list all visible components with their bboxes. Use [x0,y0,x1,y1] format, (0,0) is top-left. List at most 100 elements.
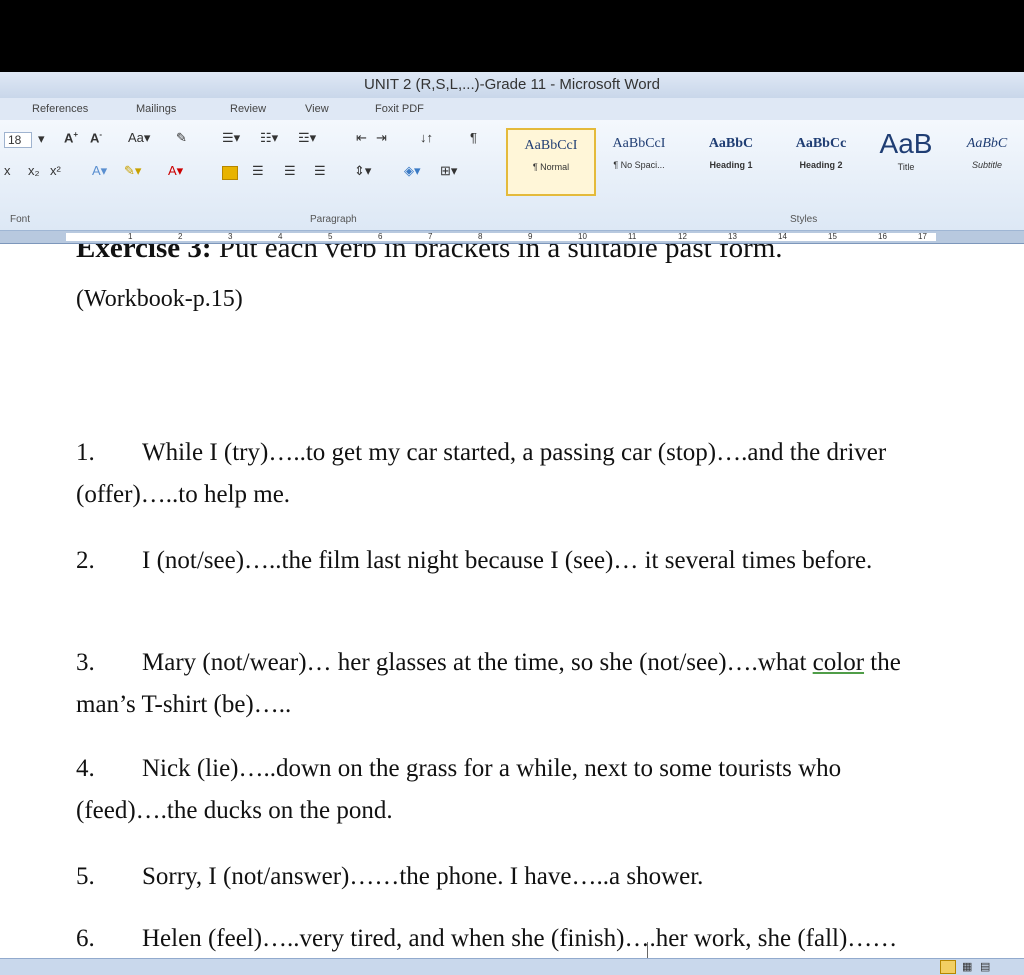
shrink-font-icon[interactable]: A- [90,130,102,145]
exercise-item-5: 5. Sorry, I (not/answer)……the phone. I ha… [76,856,936,898]
style-normal[interactable]: AaBbCcI ¶ Normal [506,128,596,196]
item-text: I (not/see)…..the film last night becaus… [142,547,873,574]
word-window: UNIT 2 (R,S,L,...)-Grade 11 - Microsoft … [0,72,1024,975]
grow-font-icon[interactable]: A+ [64,130,78,145]
font-color-icon[interactable]: A▾ [168,163,183,179]
subscript-icon[interactable]: x₂ [28,163,40,178]
style-heading-2[interactable]: AaBbCc Heading 2 [778,128,864,192]
ribbon: 18 ▾ A+ A- Aa▾ ✎ ☰▾ ☷▾ ☲▾ ⇤ ⇥ ↓↑ ¶ x x₂ … [0,120,1024,231]
show-formatting-marks-icon[interactable]: ¶ [470,130,477,145]
style-no-spacing[interactable]: AaBbCcI ¶ No Spaci... [596,128,682,192]
tab-foxit-pdf[interactable]: Foxit PDF [375,103,424,115]
ruler-number: 5 [328,232,333,241]
horizontal-ruler[interactable]: 1 2 3 4 5 6 7 8 9 10 11 12 13 14 15 16 1… [0,231,1024,244]
item-number: 6. [76,925,95,952]
paragraph-group-label: Paragraph [310,214,357,225]
align-center-icon[interactable]: ☰ [252,163,264,179]
ruler-number: 13 [728,232,737,241]
style-name: ¶ No Spaci... [613,160,665,170]
ribbon-tab-bar: References Mailings Review View Foxit PD… [0,98,1024,120]
ruler-number: 2 [178,232,183,241]
item-number: 2. [76,547,95,574]
tab-references[interactable]: References [32,103,88,115]
style-subtitle[interactable]: AaBbC Subtitle [950,128,1024,192]
multilevel-list-icon[interactable]: ☲▾ [298,130,316,146]
ruler-number: 4 [278,232,283,241]
item-text: While I (try)…..to get my car started, a… [76,439,887,508]
font-size-box[interactable]: 18 [4,132,33,148]
numbering-icon[interactable]: ☷▾ [260,130,278,146]
text-cursor-ibeam [647,942,648,958]
align-right-icon[interactable]: ☰ [284,163,296,179]
style-heading-1[interactable]: AaBbC Heading 1 [688,128,774,192]
ruler-number: 17 [918,232,927,241]
shading-icon[interactable]: ◈▾ [404,163,421,179]
item-text: Mary (not/wear)… her glasses at the time… [142,649,813,676]
ruler-number: 12 [678,232,687,241]
style-name: ¶ Normal [532,162,570,172]
style-name: Heading 2 [799,160,843,170]
workbook-reference: (Workbook-p.15) [76,286,243,312]
ruler-number: 7 [428,232,433,241]
text-effects-icon[interactable]: A▾ [92,163,107,179]
font-size-dropdown-icon[interactable]: ▾ [38,131,45,147]
web-layout-view-icon[interactable]: ▤ [980,960,990,973]
style-sample: AaBbC [966,136,1008,151]
style-name: Subtitle [971,160,1003,170]
strikethrough-icon[interactable]: x [4,163,11,178]
tab-view[interactable]: View [305,103,329,115]
exercise-item-1: 1. While I (try)…..to get my car started,… [76,432,936,516]
style-name: Heading 1 [709,160,753,170]
ruler-number: 8 [478,232,483,241]
spelling-flagged-word: color [812,649,865,676]
ruler-number: 1 [128,232,133,241]
print-layout-view-icon[interactable] [940,960,956,974]
item-number: 4. [76,755,95,782]
sort-icon[interactable]: ↓↑ [420,130,433,145]
exercise-heading: Exercise 3: Put each verb in brackets in… [76,244,783,265]
style-sample: AaBbCcI [524,138,578,153]
exercise-item-4: 4. Nick (lie)…..down on the grass for a w… [76,748,936,832]
line-spacing-icon[interactable]: ⇕▾ [354,163,371,179]
exercise-heading-label: Exercise 3: [76,244,212,264]
increase-indent-icon[interactable]: ⇥ [376,130,387,146]
style-sample: AaBbCcI [612,136,666,151]
style-name: Title [897,162,915,172]
ruler-number: 16 [878,232,887,241]
ruler-number: 6 [378,232,383,241]
full-screen-view-icon[interactable]: ▦ [962,960,972,973]
item-text: Nick (lie)…..down on the grass for a whi… [76,755,842,824]
item-text: Helen (feel)…..very tired, and when she … [142,925,898,952]
tab-mailings[interactable]: Mailings [136,103,176,115]
item-number: 1. [76,439,95,466]
styles-group-label: Styles [790,214,818,225]
ruler-number: 3 [228,232,233,241]
justify-icon[interactable]: ☰ [314,163,326,179]
clear-formatting-icon[interactable]: ✎ [176,130,187,146]
superscript-icon[interactable]: x² [50,163,61,178]
item-text: Sorry, I (not/answer)……the phone. I have… [142,863,704,890]
ruler-number: 15 [828,232,837,241]
borders-icon[interactable]: ⊞▾ [440,163,457,179]
status-bar: ▦ ▤ [0,958,1024,975]
change-case-icon[interactable]: Aa▾ [128,130,150,146]
highlight-color-icon[interactable]: ✎▾ [124,163,141,179]
decrease-indent-icon[interactable]: ⇤ [356,130,367,146]
exercise-item-6: 6. Helen (feel)…..very tired, and when sh… [76,918,936,958]
ruler-number: 9 [528,232,533,241]
tab-review[interactable]: Review [230,103,266,115]
align-left-icon[interactable] [222,166,238,180]
bullets-icon[interactable]: ☰▾ [222,130,240,146]
font-group-label: Font [10,214,31,225]
item-number: 3. [76,649,95,676]
exercise-item-3: 3. Mary (not/wear)… her glasses at the ti… [76,642,936,726]
exercise-heading-instruction: Put each verb in brackets in a suitable … [211,244,783,264]
ruler-number: 14 [778,232,787,241]
style-sample: AaBbC [708,136,754,151]
style-title[interactable]: AaB Title [866,128,946,192]
style-sample: AaB [879,128,933,159]
window-title: UNIT 2 (R,S,L,...)-Grade 11 - Microsoft … [0,72,1024,98]
item-number: 5. [76,863,95,890]
document-page[interactable]: Exercise 3: Put each verb in brackets in… [0,244,1024,958]
ruler-number: 10 [578,232,587,241]
